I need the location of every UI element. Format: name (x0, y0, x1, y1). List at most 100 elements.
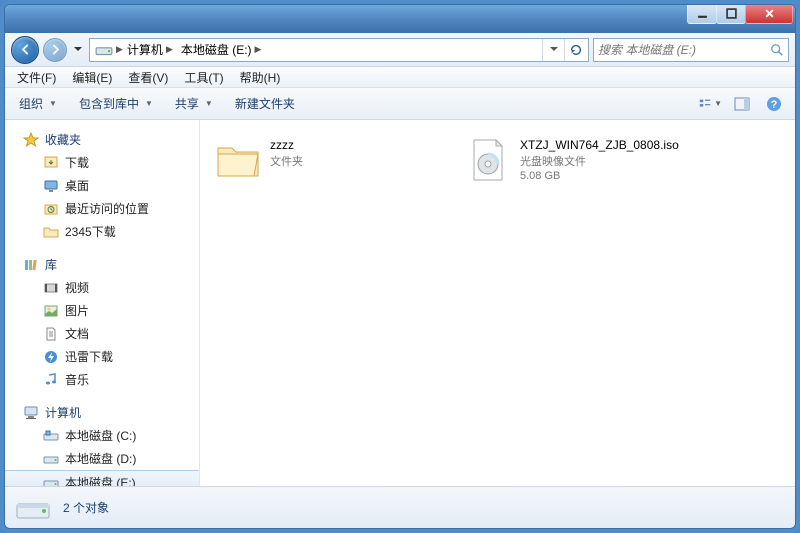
computer-icon (23, 405, 39, 421)
sidebar-item-drive-c[interactable]: 本地磁盘 (C:) (5, 424, 199, 447)
computer-header[interactable]: 计算机 (5, 401, 199, 424)
drive-large-icon (15, 493, 51, 523)
minimize-button[interactable] (687, 4, 717, 24)
drive-icon (43, 451, 59, 467)
label: 迅雷下载 (65, 348, 113, 365)
menu-file[interactable]: 文件(F) (9, 67, 64, 88)
chevron-down-icon: ▼ (714, 99, 722, 108)
label: 本地磁盘 (D:) (65, 450, 136, 467)
music-icon (43, 372, 59, 388)
sidebar-item-drive-d[interactable]: 本地磁盘 (D:) (5, 447, 199, 470)
label: 图片 (65, 302, 89, 319)
thunder-icon (43, 349, 59, 365)
share-button[interactable]: 共享▼ (169, 91, 219, 116)
folder-icon (214, 136, 262, 184)
refresh-icon (569, 43, 583, 57)
sidebar-favorites: 收藏夹 下载 桌面 最近访问的位置 2345下载 (5, 128, 199, 243)
back-button[interactable] (11, 36, 39, 64)
sidebar-item-drive-e[interactable]: 本地磁盘 (E:) (5, 470, 199, 486)
file-list[interactable]: zzzz 文件夹 XTZJ_WIN764_ZJB_0808.iso (200, 120, 795, 486)
sidebar-item-2345[interactable]: 2345下载 (5, 220, 199, 243)
forward-arrow-icon (49, 43, 62, 56)
view-icon (698, 96, 712, 112)
back-arrow-icon (19, 43, 32, 56)
search-icon[interactable] (770, 43, 784, 57)
menu-edit[interactable]: 编辑(E) (64, 67, 120, 88)
menu-view[interactable]: 查看(V) (120, 67, 176, 88)
pictures-icon (43, 303, 59, 319)
sidebar-item-thunder[interactable]: 迅雷下载 (5, 345, 199, 368)
label: 组织 (19, 95, 43, 112)
help-icon: ? (766, 96, 782, 112)
refresh-button[interactable] (564, 39, 586, 61)
maximize-icon (726, 8, 737, 19)
sidebar-item-recent[interactable]: 最近访问的位置 (5, 197, 199, 220)
breadcrumb-drive-e[interactable]: 本地磁盘 (E:)▶ (177, 39, 266, 60)
preview-pane-button[interactable] (729, 92, 755, 116)
drive-icon (95, 41, 113, 59)
chevron-down-icon (550, 47, 558, 52)
file-item-folder[interactable]: zzzz 文件夹 (208, 132, 448, 188)
include-library-button[interactable]: 包含到库中▼ (73, 91, 159, 116)
preview-pane-icon (734, 96, 750, 112)
nav-history-dropdown[interactable] (71, 47, 85, 52)
label: 库 (45, 256, 57, 273)
breadcrumb-computer[interactable]: 计算机▶ (123, 39, 177, 60)
libraries-icon (23, 257, 39, 273)
label: 下载 (65, 154, 89, 171)
video-icon (43, 280, 59, 296)
sidebar-item-videos[interactable]: 视频 (5, 276, 199, 299)
file-meta: XTZJ_WIN764_ZJB_0808.iso 光盘映像文件 5.08 GB (520, 136, 679, 182)
details-pane: 2 个对象 (5, 486, 795, 528)
view-options-button[interactable]: ▼ (697, 92, 723, 116)
svg-text:?: ? (771, 99, 778, 111)
maximize-button[interactable] (716, 4, 746, 24)
file-item-iso[interactable]: XTZJ_WIN764_ZJB_0808.iso 光盘映像文件 5.08 GB (458, 132, 698, 188)
label: 本地磁盘 (C:) (65, 427, 136, 444)
documents-icon (43, 326, 59, 342)
crumb-sep-icon[interactable]: ▶ (116, 44, 123, 55)
sidebar-item-desktop[interactable]: 桌面 (5, 174, 199, 197)
help-button[interactable]: ? (761, 92, 787, 116)
iso-icon (464, 136, 512, 184)
label: 音乐 (65, 371, 89, 388)
label: 桌面 (65, 177, 89, 194)
sidebar-item-downloads[interactable]: 下载 (5, 151, 199, 174)
recent-icon (43, 201, 59, 217)
label: 包含到库中 (79, 95, 139, 112)
close-button[interactable] (745, 4, 793, 24)
label: 2345下载 (65, 223, 116, 240)
window-buttons (688, 4, 793, 24)
body-area: 收藏夹 下载 桌面 最近访问的位置 2345下载 (5, 120, 795, 486)
label: 最近访问的位置 (65, 200, 149, 217)
address-dropdown[interactable] (542, 39, 564, 61)
navigation-bar: ▶ 计算机▶ 本地磁盘 (E:)▶ (5, 33, 795, 67)
close-icon (764, 8, 775, 19)
crumb-label: 计算机 (127, 41, 163, 58)
libraries-header[interactable]: 库 (5, 253, 199, 276)
chevron-right-icon: ▶ (166, 44, 173, 55)
titlebar[interactable] (5, 5, 795, 33)
file-type: 光盘映像文件 (520, 153, 679, 169)
crumb-label: 本地磁盘 (E:) (181, 41, 252, 58)
favorites-header[interactable]: 收藏夹 (5, 128, 199, 151)
forward-button[interactable] (43, 38, 67, 62)
navigation-pane[interactable]: 收藏夹 下载 桌面 最近访问的位置 2345下载 (5, 120, 200, 486)
sidebar-item-pictures[interactable]: 图片 (5, 299, 199, 322)
menu-tools[interactable]: 工具(T) (176, 67, 231, 88)
file-type: 文件夹 (270, 153, 303, 169)
search-field[interactable] (593, 38, 789, 62)
organize-button[interactable]: 组织▼ (13, 91, 63, 116)
file-meta: zzzz 文件夹 (270, 136, 303, 169)
drive-icon (43, 428, 59, 444)
search-input[interactable] (598, 43, 770, 57)
new-folder-button[interactable]: 新建文件夹 (229, 91, 301, 116)
menu-help[interactable]: 帮助(H) (232, 67, 289, 88)
label: 计算机 (45, 404, 81, 421)
address-bar[interactable]: ▶ 计算机▶ 本地磁盘 (E:)▶ (89, 38, 589, 62)
sidebar-item-music[interactable]: 音乐 (5, 368, 199, 391)
sidebar-item-documents[interactable]: 文档 (5, 322, 199, 345)
file-name: XTZJ_WIN764_ZJB_0808.iso (520, 138, 679, 152)
label: 视频 (65, 279, 89, 296)
chevron-down-icon: ▼ (205, 99, 213, 108)
